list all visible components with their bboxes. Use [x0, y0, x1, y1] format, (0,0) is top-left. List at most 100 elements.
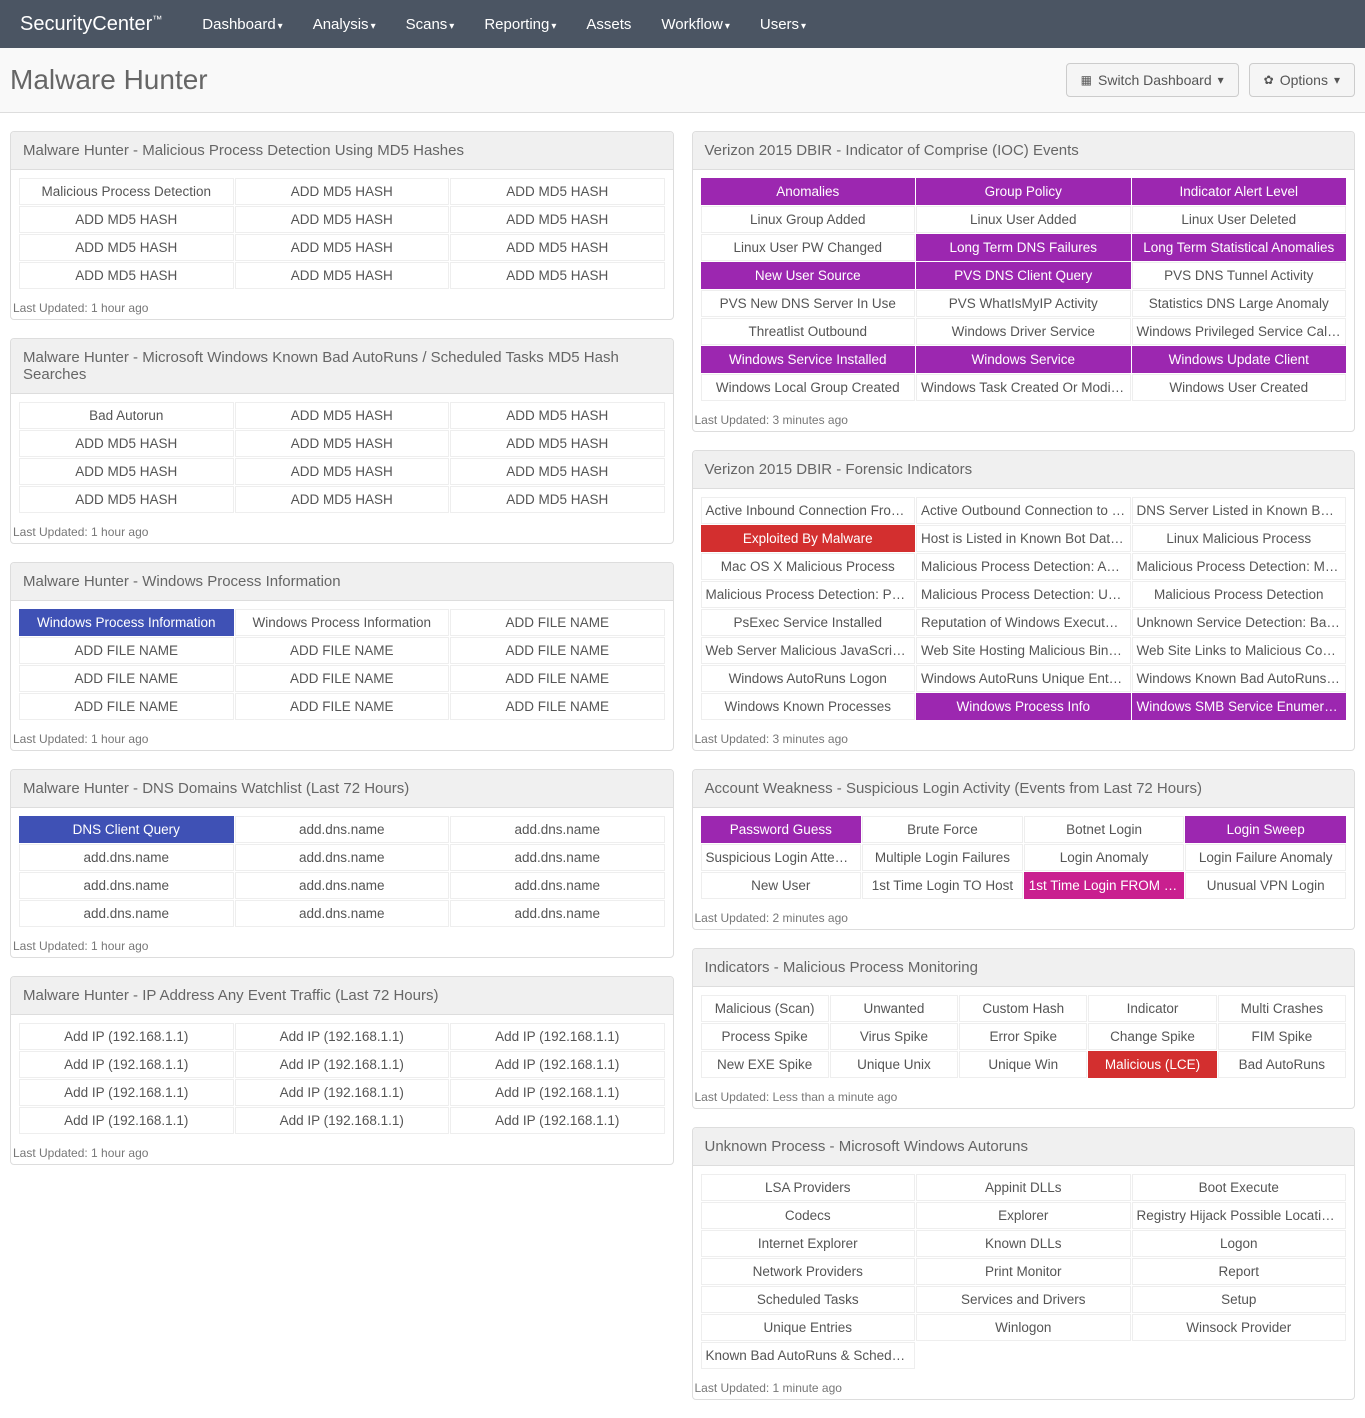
- matrix-cell[interactable]: Add IP (192.168.1.1): [235, 1023, 450, 1050]
- panel-header[interactable]: Malware Hunter - Malicious Process Detec…: [11, 132, 673, 170]
- panel-header[interactable]: Unknown Process - Microsoft Windows Auto…: [693, 1128, 1355, 1166]
- matrix-cell[interactable]: Linux User Added: [916, 206, 1131, 233]
- matrix-cell[interactable]: Add IP (192.168.1.1): [19, 1107, 234, 1134]
- matrix-cell[interactable]: Mac OS X Malicious Process: [701, 553, 916, 580]
- matrix-cell[interactable]: DNS Client Query: [19, 816, 234, 843]
- matrix-cell[interactable]: Process Spike: [701, 1023, 829, 1050]
- matrix-cell[interactable]: Registry Hijack Possible Locations: [1132, 1202, 1347, 1229]
- matrix-cell[interactable]: add.dns.name: [235, 872, 450, 899]
- matrix-cell[interactable]: Indicator: [1088, 995, 1216, 1022]
- matrix-cell[interactable]: add.dns.name: [450, 872, 665, 899]
- matrix-cell[interactable]: Malicious (LCE): [1088, 1051, 1216, 1078]
- matrix-cell[interactable]: Unknown Service Detection: Banner Report…: [1132, 609, 1347, 636]
- matrix-cell[interactable]: Malicious Process Detection: [1132, 581, 1347, 608]
- matrix-cell[interactable]: Error Spike: [959, 1023, 1087, 1050]
- matrix-cell[interactable]: ADD MD5 HASH: [450, 486, 665, 513]
- matrix-cell[interactable]: add.dns.name: [235, 900, 450, 927]
- matrix-cell[interactable]: Threatlist Outbound: [701, 318, 916, 345]
- matrix-cell[interactable]: add.dns.name: [19, 844, 234, 871]
- options-button[interactable]: ✿ Options ▾: [1249, 63, 1355, 97]
- matrix-cell[interactable]: ADD MD5 HASH: [19, 486, 234, 513]
- matrix-cell[interactable]: Botnet Login: [1024, 816, 1185, 843]
- matrix-cell[interactable]: LSA Providers: [701, 1174, 916, 1201]
- nav-workflow[interactable]: Workflow▾: [661, 16, 729, 33]
- matrix-cell[interactable]: Malicious Process Detection: Malware: [1132, 553, 1347, 580]
- matrix-cell[interactable]: add.dns.name: [450, 816, 665, 843]
- matrix-cell[interactable]: Windows Process Information: [19, 609, 234, 636]
- matrix-cell[interactable]: Custom Hash: [959, 995, 1087, 1022]
- matrix-cell[interactable]: Add IP (192.168.1.1): [235, 1079, 450, 1106]
- matrix-cell[interactable]: ADD FILE NAME: [450, 609, 665, 636]
- matrix-cell[interactable]: Codecs: [701, 1202, 916, 1229]
- matrix-cell[interactable]: ADD MD5 HASH: [235, 178, 450, 205]
- panel-header[interactable]: Malware Hunter - Microsoft Windows Known…: [11, 339, 673, 394]
- matrix-cell[interactable]: Login Sweep: [1185, 816, 1346, 843]
- matrix-cell[interactable]: Print Monitor: [916, 1258, 1131, 1285]
- panel-header[interactable]: Verizon 2015 DBIR - Indicator of Compris…: [693, 132, 1355, 170]
- matrix-cell[interactable]: Add IP (192.168.1.1): [450, 1023, 665, 1050]
- matrix-cell[interactable]: Known Bad AutoRuns & Scheduled Tasks: [701, 1342, 916, 1369]
- matrix-cell[interactable]: Logon: [1132, 1230, 1347, 1257]
- matrix-cell[interactable]: Unique Win: [959, 1051, 1087, 1078]
- matrix-cell[interactable]: Winsock Provider: [1132, 1314, 1347, 1341]
- matrix-cell[interactable]: ADD FILE NAME: [450, 637, 665, 664]
- matrix-cell[interactable]: Known DLLs: [916, 1230, 1131, 1257]
- matrix-cell[interactable]: ADD FILE NAME: [19, 637, 234, 664]
- matrix-cell[interactable]: Malicious Process Detection: APT1 Softwa…: [916, 553, 1131, 580]
- matrix-cell[interactable]: Scheduled Tasks: [701, 1286, 916, 1313]
- matrix-cell[interactable]: Add IP (192.168.1.1): [450, 1107, 665, 1134]
- matrix-cell[interactable]: Windows User Created: [1132, 374, 1347, 401]
- matrix-cell[interactable]: Windows Privileged Service Called: [1132, 318, 1347, 345]
- matrix-cell[interactable]: ADD MD5 HASH: [19, 430, 234, 457]
- matrix-cell[interactable]: Indicator Alert Level: [1132, 178, 1347, 205]
- matrix-cell[interactable]: Exploited By Malware: [701, 525, 916, 552]
- matrix-cell[interactable]: ADD MD5 HASH: [235, 458, 450, 485]
- matrix-cell[interactable]: Network Providers: [701, 1258, 916, 1285]
- matrix-cell[interactable]: Active Outbound Connection to Host: [916, 497, 1131, 524]
- panel-header[interactable]: Malware Hunter - IP Address Any Event Tr…: [11, 977, 673, 1015]
- matrix-cell[interactable]: Login Failure Anomaly: [1185, 844, 1346, 871]
- matrix-cell[interactable]: Internet Explorer: [701, 1230, 916, 1257]
- matrix-cell[interactable]: Windows Known Processes: [701, 693, 916, 720]
- matrix-cell[interactable]: ADD MD5 HASH: [450, 430, 665, 457]
- panel-header[interactable]: Verizon 2015 DBIR - Forensic Indicators: [693, 451, 1355, 489]
- matrix-cell[interactable]: Linux Malicious Process: [1132, 525, 1347, 552]
- matrix-cell[interactable]: 1st Time Login FROM Host: [1024, 872, 1185, 899]
- matrix-cell[interactable]: Windows SMB Service Enumeration: [1132, 693, 1347, 720]
- matrix-cell[interactable]: Suspicious Login Attempt: [701, 844, 862, 871]
- matrix-cell[interactable]: Add IP (192.168.1.1): [19, 1079, 234, 1106]
- matrix-cell[interactable]: Add IP (192.168.1.1): [450, 1051, 665, 1078]
- matrix-cell[interactable]: Brute Force: [862, 816, 1023, 843]
- matrix-cell[interactable]: Malicious Process Detection: [19, 178, 234, 205]
- panel-header[interactable]: Malware Hunter - Windows Process Informa…: [11, 563, 673, 601]
- matrix-cell[interactable]: Web Site Links to Malicious Content: [1132, 637, 1347, 664]
- nav-users[interactable]: Users▾: [760, 16, 806, 33]
- matrix-cell[interactable]: Virus Spike: [830, 1023, 958, 1050]
- matrix-cell[interactable]: Group Policy: [916, 178, 1131, 205]
- matrix-cell[interactable]: DNS Server Listed in Known Bot Database: [1132, 497, 1347, 524]
- matrix-cell[interactable]: Bad AutoRuns: [1218, 1051, 1346, 1078]
- matrix-cell[interactable]: Malicious (Scan): [701, 995, 829, 1022]
- matrix-cell[interactable]: Windows Process Info: [916, 693, 1131, 720]
- matrix-cell[interactable]: Windows AutoRuns Unique Entries: [916, 665, 1131, 692]
- matrix-cell[interactable]: PVS New DNS Server In Use: [701, 290, 916, 317]
- matrix-cell[interactable]: Anomalies: [701, 178, 916, 205]
- matrix-cell[interactable]: Active Inbound Connection From Host: [701, 497, 916, 524]
- matrix-cell[interactable]: 1st Time Login TO Host: [862, 872, 1023, 899]
- matrix-cell[interactable]: Change Spike: [1088, 1023, 1216, 1050]
- matrix-cell[interactable]: Long Term DNS Failures: [916, 234, 1131, 261]
- matrix-cell[interactable]: add.dns.name: [19, 900, 234, 927]
- matrix-cell[interactable]: Services and Drivers: [916, 1286, 1131, 1313]
- matrix-cell[interactable]: Long Term Statistical Anomalies: [1132, 234, 1347, 261]
- matrix-cell[interactable]: Winlogon: [916, 1314, 1131, 1341]
- matrix-cell[interactable]: Explorer: [916, 1202, 1131, 1229]
- panel-header[interactable]: Indicators - Malicious Process Monitorin…: [693, 949, 1355, 987]
- matrix-cell[interactable]: ADD MD5 HASH: [235, 430, 450, 457]
- matrix-cell[interactable]: ADD MD5 HASH: [19, 206, 234, 233]
- matrix-cell[interactable]: add.dns.name: [450, 900, 665, 927]
- matrix-cell[interactable]: Add IP (192.168.1.1): [235, 1051, 450, 1078]
- matrix-cell[interactable]: Windows Local Group Created: [701, 374, 916, 401]
- matrix-cell[interactable]: ADD FILE NAME: [235, 665, 450, 692]
- matrix-cell[interactable]: Reputation of Windows Executables:: [916, 609, 1131, 636]
- matrix-cell[interactable]: add.dns.name: [450, 844, 665, 871]
